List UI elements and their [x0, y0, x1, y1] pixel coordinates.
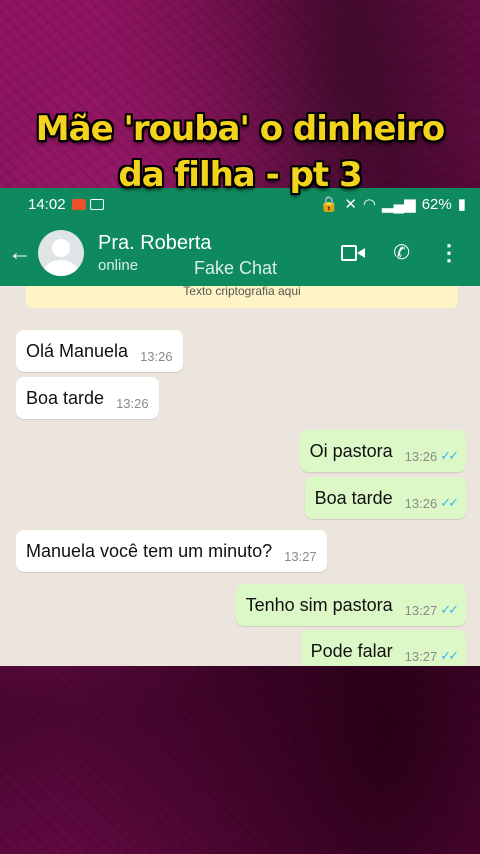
read-ticks-icon: ✓✓	[440, 448, 459, 463]
message-text: Tenho sim pastora	[245, 594, 393, 615]
message-bubble[interactable]: Boa tarde 13:26 ✓✓	[304, 477, 466, 519]
message-text: Boa tarde	[26, 387, 105, 408]
read-ticks-icon: ✓✓	[440, 602, 459, 617]
message-bubble[interactable]: Pode falar 13:27 ✓✓	[300, 630, 466, 666]
message-bubble[interactable]: Manuela você tem um minuto? 13:27	[16, 530, 327, 572]
read-ticks-icon: ✓✓	[440, 648, 459, 663]
message-time: 13:26	[140, 348, 173, 364]
message-time: 13:26	[404, 448, 438, 464]
more-options-icon[interactable]: ⋮	[438, 242, 460, 264]
battery-level: 62%	[421, 195, 452, 213]
message-time: 13:27	[404, 648, 438, 664]
voice-call-icon[interactable]: ✆	[393, 243, 410, 263]
video-title-line-1: Mãe 'rouba' o dinheiro	[35, 109, 445, 149]
message-time: 13:27	[284, 548, 317, 564]
header-actions: ✆ ⋮	[341, 242, 480, 264]
contact-name: Pra. Roberta	[98, 232, 212, 254]
message-text: Olá Manuela	[26, 340, 129, 361]
record-icon	[71, 198, 86, 210]
message-bubble[interactable]: Olá Manuela 13:26	[16, 330, 183, 372]
message-time: 13:26	[404, 495, 438, 511]
encryption-banner: Texto criptografia aqui	[26, 286, 458, 308]
fake-chat-watermark: Fake Chat	[194, 258, 278, 278]
message-text: Boa tarde	[314, 487, 393, 508]
chat-header: ← Pra. Roberta online Fake Chat ✆ ⋮	[0, 220, 480, 286]
message-text: Pode falar	[310, 640, 393, 661]
avatar[interactable]	[38, 230, 84, 276]
message-bubble[interactable]: Oi pastora 13:26 ✓✓	[299, 430, 466, 472]
message-bubble[interactable]: Tenho sim pastora 13:27 ✓✓	[235, 584, 466, 626]
play-icon	[89, 198, 104, 210]
chat-screen: 14:02 🔒 ✕ ◠ ▂▄▆ 62% ▮ ← Pra. Roberta onl…	[0, 188, 480, 666]
video-title-line-2: da filha - pt 3	[118, 155, 362, 195]
message-text: Manuela você tem um minuto?	[26, 540, 273, 561]
read-ticks-icon: ✓✓	[440, 495, 459, 510]
status-time: 14:02	[28, 195, 66, 213]
message-time: 13:27	[404, 602, 438, 618]
message-time: 13:26	[116, 395, 149, 411]
video-call-icon[interactable]	[341, 245, 366, 261]
message-bubble[interactable]: Boa tarde 13:26	[16, 377, 159, 419]
message-text: Oi pastora	[309, 440, 393, 461]
back-arrow-icon[interactable]: ←	[8, 239, 34, 267]
